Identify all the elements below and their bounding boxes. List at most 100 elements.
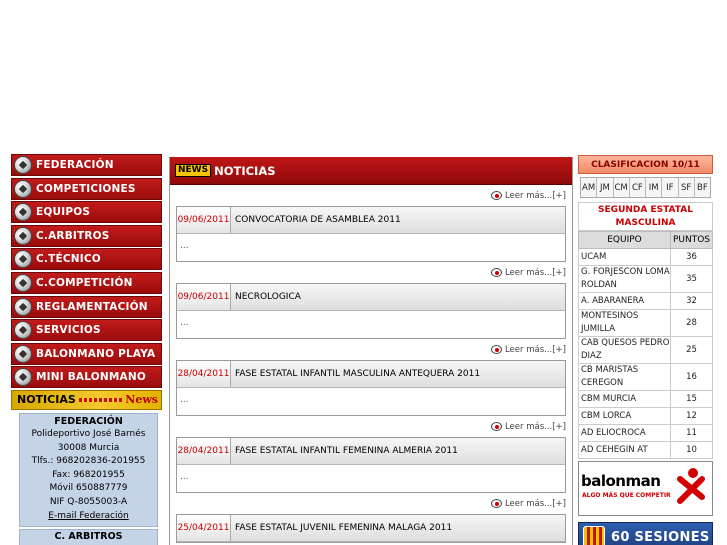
tab-jm[interactable]: JM — [597, 178, 614, 197]
table-row: UCAM 36 — [578, 248, 713, 266]
tab-bf[interactable]: BF — [695, 178, 710, 197]
news-item: Leer más...[+] 28/04/2011 FASE ESTATAL IN… — [170, 416, 572, 493]
ball-icon — [14, 250, 32, 269]
team-points: 15 — [670, 390, 713, 408]
tab-sf[interactable]: SF — [679, 178, 695, 197]
nav-label: COMPETICIONES — [36, 182, 136, 195]
tab-am[interactable]: AM — [581, 178, 598, 197]
team-points: 16 — [670, 363, 713, 391]
header-banner-area — [0, 0, 727, 150]
ball-icon — [14, 179, 32, 198]
table-row: G. FORJESCON LOMA ROLDAN 35 — [578, 265, 713, 293]
nav-label: REGLAMENTACIÓN — [36, 300, 148, 313]
nav-item-arbitros[interactable]: C.ARBITROS — [11, 224, 162, 247]
ball-icon — [14, 203, 32, 222]
read-more-label: Leer más...[+] — [504, 421, 566, 432]
sesiones-ad-banner[interactable]: 60 SESIONES — [578, 522, 713, 545]
news-card-header[interactable]: 28/04/2011 FASE ESTATAL INFANTIL MASCULIN… — [177, 361, 565, 388]
nav-item-mini-balonmano[interactable]: MINI BALONMANO — [11, 366, 162, 389]
nav-label: C.TÉCNICO — [36, 253, 101, 266]
news-item: Leer más...[+] 09/06/2011 NECROLOGICA ... — [170, 262, 572, 339]
news-card-header[interactable]: 09/06/2011 CONVOCATORIA DE ASAMBLEA 2011 — [177, 207, 565, 234]
team-name: G. FORJESCON LOMA ROLDAN — [578, 265, 671, 293]
news-card-header[interactable]: 09/06/2011 NECROLOGICA — [177, 284, 565, 311]
team-name: CB MARISTAS CEREGON — [578, 363, 671, 391]
ball-icon — [14, 297, 32, 316]
news-excerpt: ... — [177, 465, 565, 492]
nav-item-servicios[interactable]: SERVICIOS — [11, 319, 162, 342]
news-card-header[interactable]: 28/04/2011 FASE ESTATAL INFANTIL FEMENINA… — [177, 438, 565, 465]
news-panel: NEWS NOTICIAS Leer más...[+] 09/06/2011 C… — [169, 157, 573, 545]
nav-label: EQUIPOS — [36, 206, 91, 219]
read-more-link[interactable]: Leer más...[+] — [170, 339, 572, 360]
nav-item-equipos[interactable]: EQUIPOS — [11, 201, 162, 224]
table-row: CB MARISTAS CEREGON 16 — [578, 363, 713, 391]
news-date: 09/06/2011 — [177, 207, 231, 233]
ball-icon — [14, 321, 32, 340]
team-points: 28 — [670, 309, 713, 337]
news-badge: NEWS — [175, 164, 212, 177]
tab-if[interactable]: IF — [662, 178, 679, 197]
email-link[interactable]: E-mail Federación — [22, 510, 155, 524]
col-header-points: PUNTOS — [670, 231, 713, 249]
nav-item-federacion[interactable]: FEDERACIÓN — [11, 154, 162, 176]
ad-sesiones-text: 60 SESIONES — [611, 530, 710, 545]
nav-label: FEDERACIÓN — [36, 159, 114, 171]
news-card: 28/04/2011 FASE ESTATAL INFANTIL MASCULIN… — [176, 360, 566, 416]
decorative-stripe — [78, 397, 123, 402]
table-row: CBM MURCIA 15 — [578, 390, 713, 408]
news-excerpt: ... — [177, 234, 565, 261]
crest-icon — [583, 526, 605, 545]
eye-icon — [490, 345, 502, 354]
read-more-link[interactable]: Leer más...[+] — [170, 493, 572, 514]
table-row: A. ABARANERA 32 — [578, 292, 713, 310]
team-name: AD ELIOCROCA — [578, 424, 671, 442]
nif-line: NIF Q-8055003-A — [49, 496, 128, 507]
read-more-link[interactable]: Leer más...[+] — [170, 262, 572, 283]
news-item: Leer más...[+] 25/04/2011 FASE ESTATAL JU… — [170, 493, 572, 543]
postal-line: 30008 Murcia — [57, 442, 120, 453]
team-points: 32 — [670, 292, 713, 310]
team-points: 11 — [670, 424, 713, 442]
fax-line: Fax: 968201955 — [52, 469, 125, 480]
nav-item-competicion[interactable]: C.COMPETICIÓN — [11, 271, 162, 294]
news-item: Leer más...[+] 09/06/2011 CONVOCATORIA DE… — [170, 185, 572, 262]
league-line-1: SEGUNDA ESTATAL — [598, 205, 693, 215]
federacion-title: FEDERACIÓN — [54, 415, 123, 427]
tab-cm[interactable]: CM — [614, 178, 630, 197]
balonmano-ad-banner[interactable]: balonman ALGO MÁS QUE COMPETIR — [578, 461, 713, 516]
category-tabs: AM JM CM CF IM IF SF BF — [580, 177, 711, 198]
federacion-contact-box: FEDERACIÓN Polideportivo José Barnés 300… — [19, 412, 158, 528]
nav-item-tecnico[interactable]: C.TÉCNICO — [11, 248, 162, 271]
nav-label: C.ARBITROS — [36, 229, 110, 242]
news-date: 25/04/2011 — [177, 515, 231, 541]
right-sidebar: CLASIFICACION 10/11 AM JM CM CF IM IF SF… — [578, 155, 713, 545]
news-label: News — [125, 393, 158, 407]
team-points: 36 — [670, 248, 713, 266]
news-card: 09/06/2011 NECROLOGICA ... — [176, 283, 566, 339]
nav-item-competiciones[interactable]: COMPETICIONES — [11, 177, 162, 200]
read-more-label: Leer más...[+] — [504, 190, 566, 201]
standings-table: EQUIPO PUNTOS UCAM 36 G. FORJESCON LOMA R… — [578, 231, 713, 459]
noticias-banner[interactable]: NOTICIAS News — [11, 389, 162, 410]
table-row: AD CEHEGIN AT 10 — [578, 441, 713, 459]
team-name: A. ABARANERA — [578, 292, 671, 310]
read-more-link[interactable]: Leer más...[+] — [170, 185, 572, 206]
news-title: FASE ESTATAL INFANTIL MASCULINA ANTEQUER… — [235, 369, 481, 379]
news-excerpt: ... — [177, 311, 565, 338]
nav-item-balonmano-playa[interactable]: BALONMANO PLAYA — [11, 342, 162, 365]
tab-cf[interactable]: CF — [630, 178, 646, 197]
news-title: CONVOCATORIA DE ASAMBLEA 2011 — [235, 215, 401, 225]
nav-item-reglamentacion[interactable]: REGLAMENTACIÓN — [11, 295, 162, 318]
phone-line: Tlfs.: 968202836-201955 — [31, 456, 146, 467]
league-line-2: MASCULINA — [615, 218, 676, 228]
eye-icon — [490, 422, 502, 431]
team-name: CBM LORCA — [578, 407, 671, 425]
news-card-header[interactable]: 25/04/2011 FASE ESTATAL JUVENIL FEMENINA … — [177, 515, 565, 542]
ball-icon — [14, 344, 32, 363]
read-more-link[interactable]: Leer más...[+] — [170, 416, 572, 437]
clasificacion-title: CLASIFICACION 10/11 — [578, 155, 713, 174]
tab-im[interactable]: IM — [646, 178, 663, 197]
mobile-line: Móvil 650887779 — [49, 483, 128, 494]
team-points: 25 — [670, 336, 713, 364]
